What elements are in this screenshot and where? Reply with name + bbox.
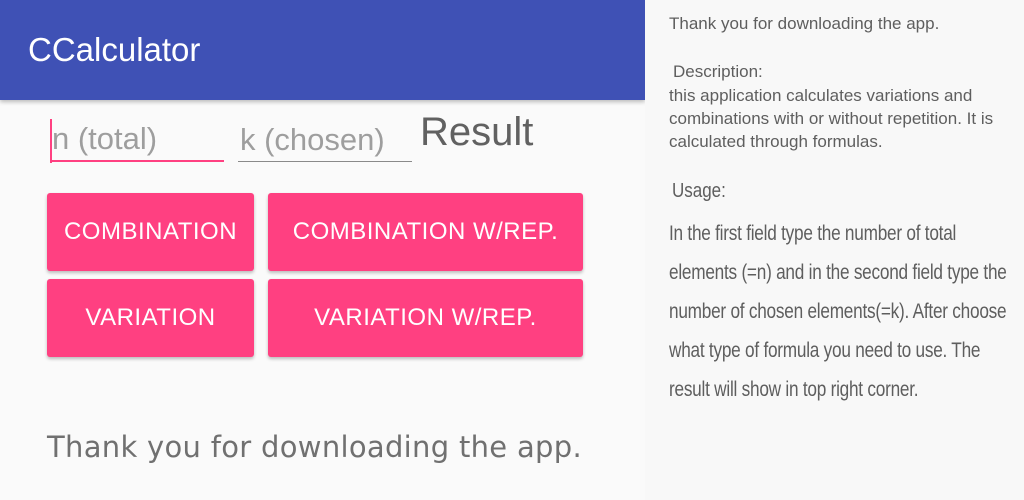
thank-you-message: Thank you for downloading the app. (47, 430, 582, 464)
n-total-input[interactable] (50, 118, 224, 162)
usage-heading: Usage: (672, 180, 726, 202)
description-text: this application calculates variations a… (669, 86, 994, 151)
combination-with-repetition-button[interactable]: COMBINATION W/REP. (268, 193, 583, 271)
text-cursor (50, 119, 52, 163)
combination-button[interactable]: COMBINATION (47, 193, 254, 271)
usage-text: In the first field type the number of to… (669, 222, 1007, 401)
info-thank-you: Thank you for downloading the app. (669, 14, 940, 33)
result-label: Result (420, 110, 534, 154)
variation-button[interactable]: VARIATION (47, 279, 254, 357)
variation-with-repetition-button[interactable]: VARIATION W/REP. (268, 279, 583, 357)
app-title: CCalculator (28, 31, 201, 68)
calculator-screen: CCalculator Result COMBINATION COMBINATI… (0, 0, 645, 500)
app-bar: CCalculator (0, 0, 645, 100)
k-chosen-input[interactable] (238, 118, 412, 162)
description-heading: Description: (673, 62, 763, 81)
info-panel: Thank you for downloading the app. Descr… (645, 0, 1024, 500)
